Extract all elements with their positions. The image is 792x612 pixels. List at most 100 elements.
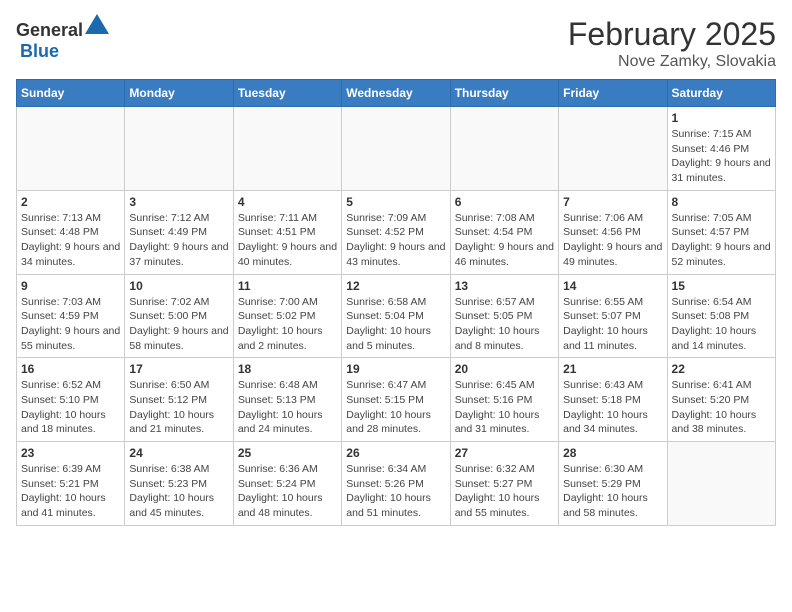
day-info: Sunrise: 7:11 AMSunset: 4:51 PMDaylight:… — [238, 211, 337, 270]
day-info: Sunrise: 6:52 AMSunset: 5:10 PMDaylight:… — [21, 378, 120, 437]
calendar-cell: 2 Sunrise: 7:13 AMSunset: 4:48 PMDaylight… — [17, 190, 125, 274]
day-number: 6 — [455, 195, 554, 209]
day-number: 18 — [238, 362, 337, 376]
day-info: Sunrise: 7:05 AMSunset: 4:57 PMDaylight:… — [672, 211, 771, 270]
calendar-cell: 5 Sunrise: 7:09 AMSunset: 4:52 PMDaylight… — [342, 190, 450, 274]
day-number: 21 — [563, 362, 662, 376]
calendar-cell: 8 Sunrise: 7:05 AMSunset: 4:57 PMDaylight… — [667, 190, 775, 274]
day-info: Sunrise: 6:47 AMSunset: 5:15 PMDaylight:… — [346, 378, 445, 437]
title-area: February 2025 Nove Zamky, Slovakia — [568, 16, 776, 71]
calendar-week-row-4: 16 Sunrise: 6:52 AMSunset: 5:10 PMDayligh… — [17, 358, 776, 442]
calendar-cell — [233, 107, 341, 191]
day-number: 10 — [129, 279, 228, 293]
day-number: 4 — [238, 195, 337, 209]
day-number: 15 — [672, 279, 771, 293]
header-monday: Monday — [125, 80, 233, 107]
calendar-cell: 3Sunrise: 7:12 AMSunset: 4:49 PMDaylight… — [125, 190, 233, 274]
day-info: Sunrise: 6:36 AMSunset: 5:24 PMDaylight:… — [238, 462, 337, 521]
day-number: 25 — [238, 446, 337, 460]
day-number: 1 — [672, 111, 771, 125]
day-number: 13 — [455, 279, 554, 293]
day-number: 19 — [346, 362, 445, 376]
day-info: Sunrise: 7:03 AMSunset: 4:59 PMDaylight:… — [21, 295, 120, 354]
day-number: 8 — [672, 195, 771, 209]
calendar-week-row-5: 23Sunrise: 6:39 AMSunset: 5:21 PMDayligh… — [17, 442, 776, 526]
calendar-cell: 23Sunrise: 6:39 AMSunset: 5:21 PMDayligh… — [17, 442, 125, 526]
calendar-week-row-2: 2 Sunrise: 7:13 AMSunset: 4:48 PMDaylight… — [17, 190, 776, 274]
logo: General Blue — [16, 16, 109, 62]
calendar-cell: 1Sunrise: 7:15 AMSunset: 4:46 PMDaylight… — [667, 107, 775, 191]
calendar-cell: 4 Sunrise: 7:11 AMSunset: 4:51 PMDaylight… — [233, 190, 341, 274]
calendar-cell — [450, 107, 558, 191]
calendar-cell: 7Sunrise: 7:06 AMSunset: 4:56 PMDaylight… — [559, 190, 667, 274]
day-info: Sunrise: 7:13 AMSunset: 4:48 PMDaylight:… — [21, 211, 120, 270]
calendar-cell: 22 Sunrise: 6:41 AMSunset: 5:20 PMDayligh… — [667, 358, 775, 442]
calendar-cell: 6 Sunrise: 7:08 AMSunset: 4:54 PMDaylight… — [450, 190, 558, 274]
calendar-cell: 11 Sunrise: 7:00 AMSunset: 5:02 PMDayligh… — [233, 274, 341, 358]
day-info: Sunrise: 6:34 AMSunset: 5:26 PMDaylight:… — [346, 462, 445, 521]
day-number: 12 — [346, 279, 445, 293]
day-number: 5 — [346, 195, 445, 209]
calendar-cell: 18Sunrise: 6:48 AMSunset: 5:13 PMDayligh… — [233, 358, 341, 442]
calendar-cell: 13 Sunrise: 6:57 AMSunset: 5:05 PMDayligh… — [450, 274, 558, 358]
header-friday: Friday — [559, 80, 667, 107]
header-thursday: Thursday — [450, 80, 558, 107]
day-number: 28 — [563, 446, 662, 460]
day-number: 16 — [21, 362, 120, 376]
calendar-cell — [342, 107, 450, 191]
calendar-cell — [125, 107, 233, 191]
day-info: Sunrise: 6:57 AMSunset: 5:05 PMDaylight:… — [455, 295, 554, 354]
day-info: Sunrise: 6:38 AMSunset: 5:23 PMDaylight:… — [129, 462, 228, 521]
day-info: Sunrise: 6:55 AMSunset: 5:07 PMDaylight:… — [563, 295, 662, 354]
day-number: 17 — [129, 362, 228, 376]
day-info: Sunrise: 7:08 AMSunset: 4:54 PMDaylight:… — [455, 211, 554, 270]
header-tuesday: Tuesday — [233, 80, 341, 107]
logo-blue: Blue — [16, 41, 59, 61]
day-info: Sunrise: 6:32 AMSunset: 5:27 PMDaylight:… — [455, 462, 554, 521]
calendar-cell: 21Sunrise: 6:43 AMSunset: 5:18 PMDayligh… — [559, 358, 667, 442]
day-info: Sunrise: 7:09 AMSunset: 4:52 PMDaylight:… — [346, 211, 445, 270]
location-subtitle: Nove Zamky, Slovakia — [568, 53, 776, 71]
calendar-cell: 14 Sunrise: 6:55 AMSunset: 5:07 PMDayligh… — [559, 274, 667, 358]
day-info: Sunrise: 7:00 AMSunset: 5:02 PMDaylight:… — [238, 295, 337, 354]
calendar-cell: 10Sunrise: 7:02 AMSunset: 5:00 PMDayligh… — [125, 274, 233, 358]
calendar-week-row-1: 1Sunrise: 7:15 AMSunset: 4:46 PMDaylight… — [17, 107, 776, 191]
day-number: 11 — [238, 279, 337, 293]
day-info: Sunrise: 6:58 AMSunset: 5:04 PMDaylight:… — [346, 295, 445, 354]
calendar-cell — [667, 442, 775, 526]
header-sunday: Sunday — [17, 80, 125, 107]
day-info: Sunrise: 6:45 AMSunset: 5:16 PMDaylight:… — [455, 378, 554, 437]
day-number: 2 — [21, 195, 120, 209]
calendar-table: Sunday Monday Tuesday Wednesday Thursday… — [16, 79, 776, 526]
day-info: Sunrise: 6:39 AMSunset: 5:21 PMDaylight:… — [21, 462, 120, 521]
header-saturday: Saturday — [667, 80, 775, 107]
day-number: 9 — [21, 279, 120, 293]
calendar-header-row: Sunday Monday Tuesday Wednesday Thursday… — [17, 80, 776, 107]
day-number: 14 — [563, 279, 662, 293]
day-info: Sunrise: 6:54 AMSunset: 5:08 PMDaylight:… — [672, 295, 771, 354]
day-info: Sunrise: 6:30 AMSunset: 5:29 PMDaylight:… — [563, 462, 662, 521]
calendar-cell: 12 Sunrise: 6:58 AMSunset: 5:04 PMDayligh… — [342, 274, 450, 358]
calendar-cell: 24 Sunrise: 6:38 AMSunset: 5:23 PMDayligh… — [125, 442, 233, 526]
calendar-cell: 28 Sunrise: 6:30 AMSunset: 5:29 PMDayligh… — [559, 442, 667, 526]
calendar-cell: 19 Sunrise: 6:47 AMSunset: 5:15 PMDayligh… — [342, 358, 450, 442]
calendar-cell: 27Sunrise: 6:32 AMSunset: 5:27 PMDayligh… — [450, 442, 558, 526]
calendar-cell: 25 Sunrise: 6:36 AMSunset: 5:24 PMDayligh… — [233, 442, 341, 526]
day-number: 26 — [346, 446, 445, 460]
calendar-cell: 15 Sunrise: 6:54 AMSunset: 5:08 PMDayligh… — [667, 274, 775, 358]
calendar-cell — [17, 107, 125, 191]
header: General Blue February 2025 Nove Zamky, S… — [16, 16, 776, 71]
calendar-cell: 9 Sunrise: 7:03 AMSunset: 4:59 PMDaylight… — [17, 274, 125, 358]
logo-general: General — [16, 20, 83, 40]
day-info: Sunrise: 6:50 AMSunset: 5:12 PMDaylight:… — [129, 378, 228, 437]
calendar-cell: 17 Sunrise: 6:50 AMSunset: 5:12 PMDayligh… — [125, 358, 233, 442]
calendar-cell — [559, 107, 667, 191]
calendar-cell: 26 Sunrise: 6:34 AMSunset: 5:26 PMDayligh… — [342, 442, 450, 526]
month-title: February 2025 — [568, 16, 776, 53]
calendar-cell: 20 Sunrise: 6:45 AMSunset: 5:16 PMDayligh… — [450, 358, 558, 442]
day-info: Sunrise: 7:12 AMSunset: 4:49 PMDaylight:… — [129, 211, 228, 270]
day-number: 24 — [129, 446, 228, 460]
day-number: 22 — [672, 362, 771, 376]
day-number: 20 — [455, 362, 554, 376]
day-info: Sunrise: 6:41 AMSunset: 5:20 PMDaylight:… — [672, 378, 771, 437]
